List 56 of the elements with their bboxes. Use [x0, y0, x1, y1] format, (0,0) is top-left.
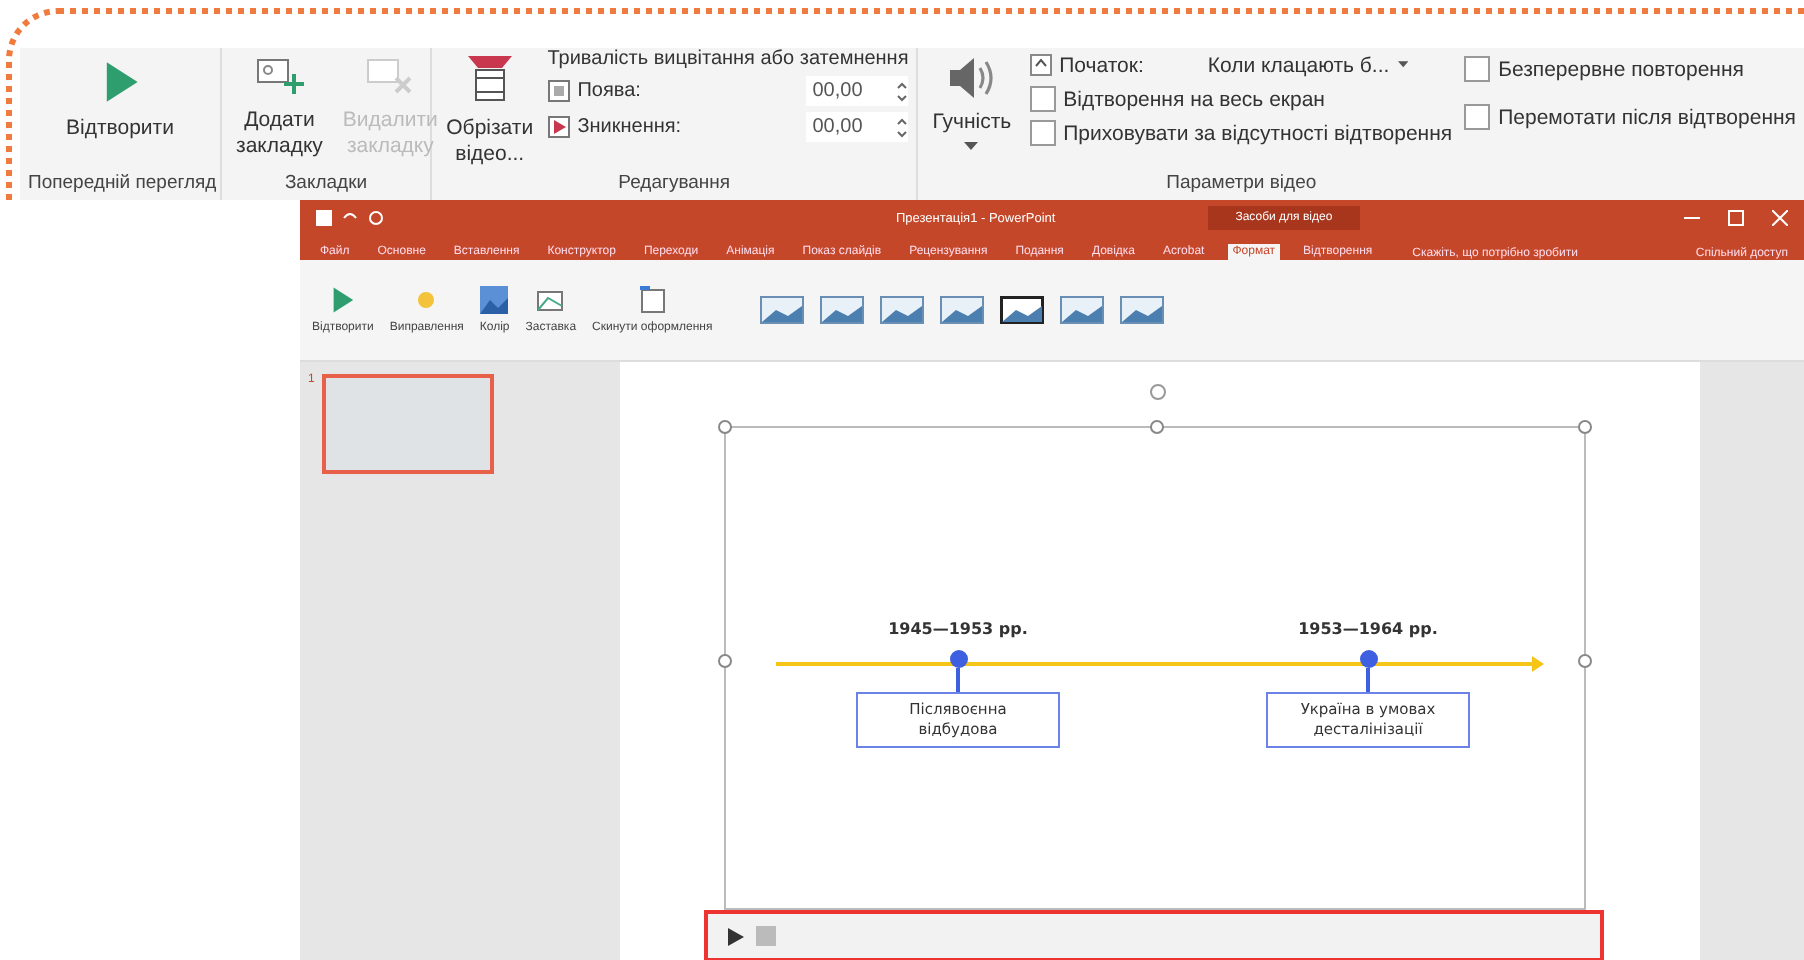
bookmark-add-icon	[255, 56, 304, 96]
add-bookmark-button[interactable]: Додати закладку	[230, 52, 329, 165]
connector-line	[956, 668, 960, 692]
bookmark-remove-icon	[366, 56, 415, 96]
reset-design-icon	[638, 286, 667, 314]
resize-handle[interactable]	[718, 420, 732, 434]
fade-in-label: Поява:	[577, 80, 641, 102]
checkbox[interactable]	[1029, 120, 1056, 146]
resize-handle[interactable]	[1150, 420, 1164, 434]
fade-in-field[interactable]: 00,00	[806, 76, 909, 106]
close-icon[interactable]	[1772, 210, 1788, 226]
start-dropdown[interactable]: Коли клацають б...	[1207, 53, 1408, 77]
checkbox-label: Перемотати після відтворення	[1498, 105, 1796, 129]
checkbox[interactable]	[1464, 56, 1491, 82]
video-style-icon[interactable]	[1000, 296, 1045, 324]
resize-handle[interactable]	[1578, 654, 1592, 668]
fade-out-icon	[547, 116, 570, 138]
fade-out-label: Зникнення:	[577, 116, 682, 138]
volume-button[interactable]: Гучність	[926, 48, 1018, 157]
poster-frame-icon	[536, 286, 565, 314]
spinner-arrows-icon[interactable]	[896, 115, 909, 139]
caret-icon	[1397, 60, 1408, 70]
maximize-icon[interactable]	[1728, 210, 1744, 226]
speaker-icon	[945, 52, 998, 104]
fade-duration-label: Тривалість вицвітання або затемнення	[547, 48, 909, 70]
spinner-arrows-icon[interactable]	[896, 79, 909, 103]
checkbox[interactable]	[1464, 104, 1491, 130]
start-label: Початок:	[1059, 53, 1144, 77]
caret-icon	[964, 142, 979, 153]
timeline-date: 1953—1964 рр.	[1298, 620, 1438, 642]
connector-line	[1366, 668, 1370, 692]
group-label: Закладки	[282, 172, 370, 198]
checkbox[interactable]	[1029, 86, 1056, 112]
group-label: Попередній перегляд	[28, 172, 212, 198]
fade-in-icon	[547, 80, 570, 102]
arrowhead-icon	[1532, 656, 1544, 672]
redo-icon[interactable]	[368, 210, 384, 226]
play-icon	[328, 286, 357, 314]
timeline-dot-icon	[1359, 650, 1377, 668]
checkbox-label: Безперервне повторення	[1498, 57, 1744, 81]
slide-thumbnail[interactable]	[322, 374, 495, 474]
resize-handle[interactable]	[718, 654, 732, 668]
rotate-handle-icon[interactable]	[1148, 382, 1168, 402]
play-button[interactable]: Відтворити	[60, 56, 180, 147]
play-icon[interactable]	[728, 927, 744, 945]
timeline-date: 1945—1953 рр.	[888, 620, 1028, 642]
group-label: Редагування	[616, 172, 733, 199]
trim-video-button[interactable]: Обрізати відео...	[440, 48, 540, 173]
start-icon	[1029, 54, 1052, 76]
fade-out-field[interactable]: 00,00	[806, 112, 909, 142]
checkbox-label: Відтворення на весь екран	[1063, 87, 1325, 111]
resize-handle[interactable]	[1578, 420, 1592, 434]
timeline-dot-icon	[949, 650, 967, 668]
checkbox-label: Приховувати за відсутності відтворення	[1063, 121, 1453, 145]
group-label: Параметри відео	[1166, 172, 1317, 194]
picture-icon	[480, 286, 509, 314]
